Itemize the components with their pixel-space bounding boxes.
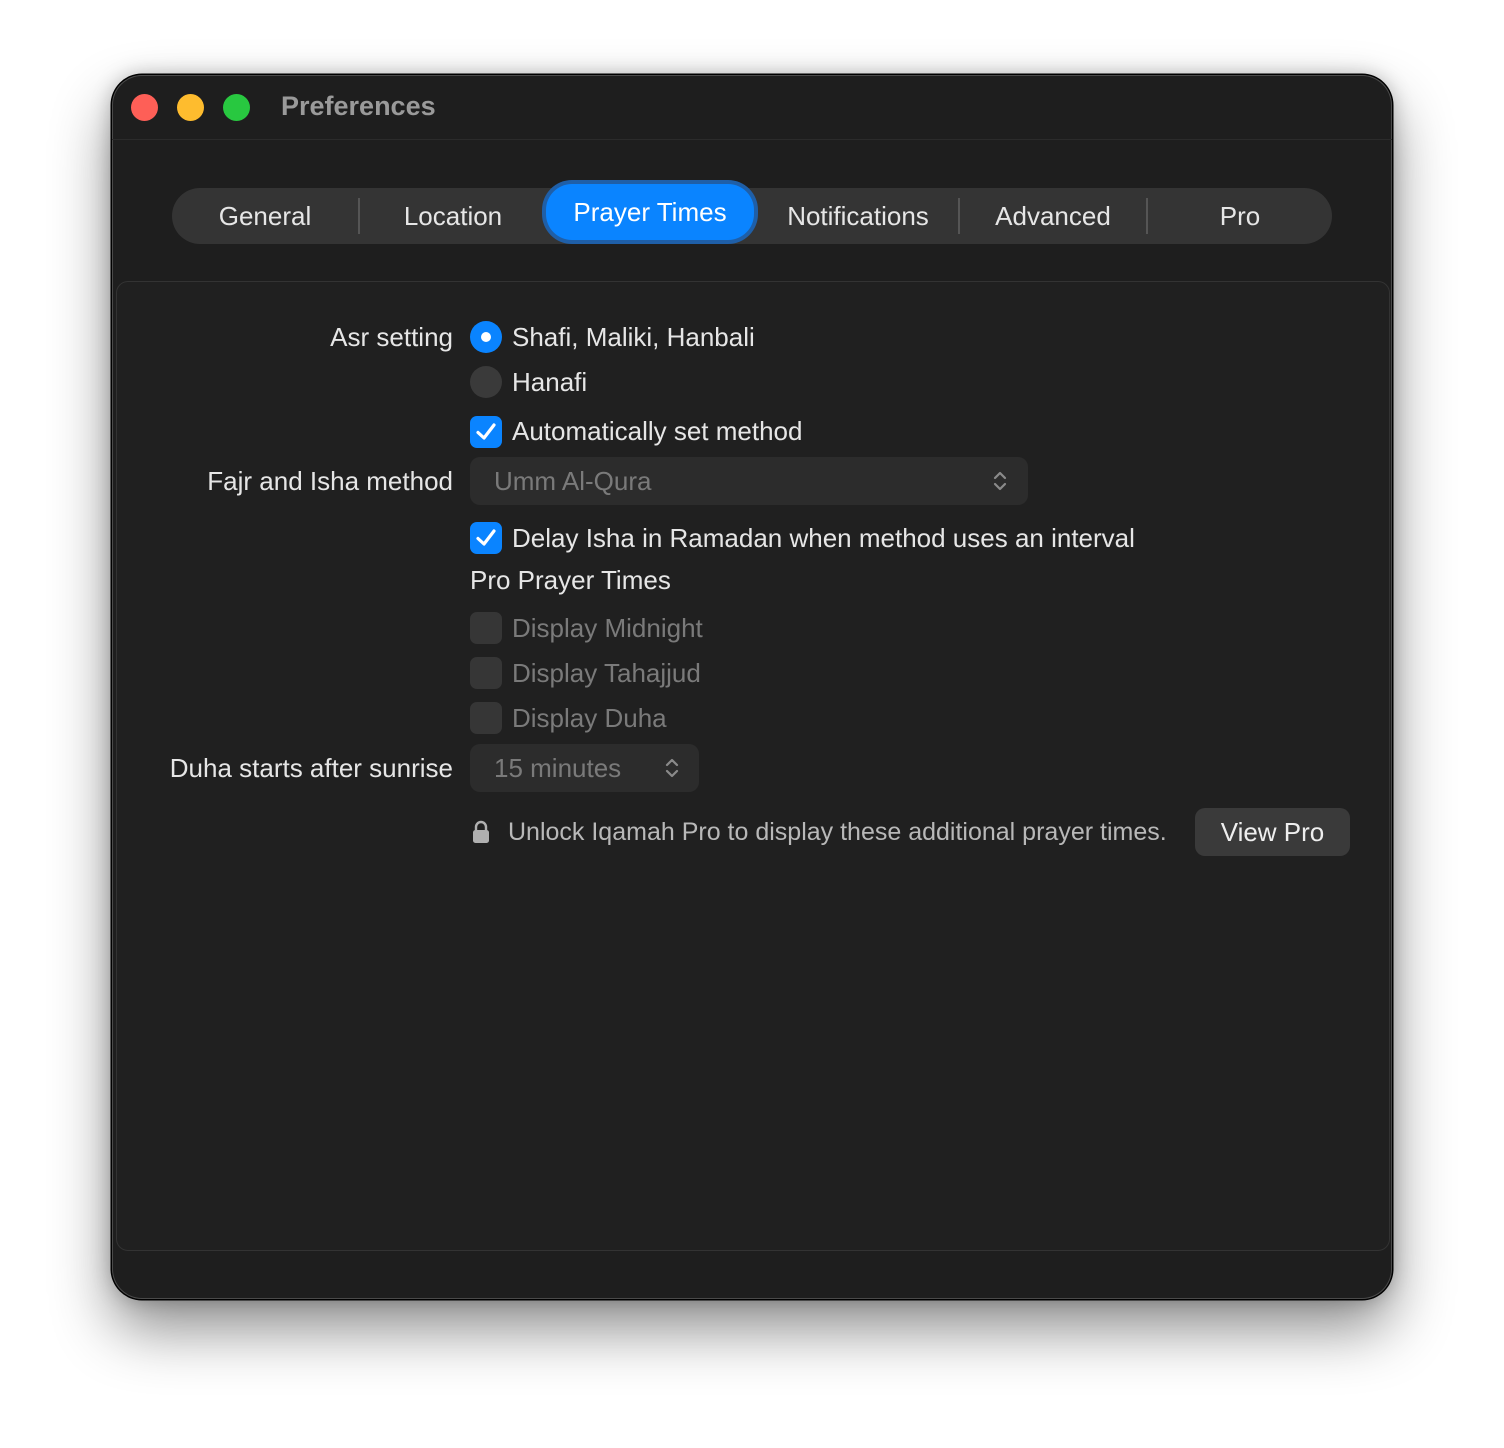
tab-general[interactable]: General [172, 188, 358, 244]
asr-hanafi-radio[interactable] [470, 366, 502, 398]
delay-isha-checkbox[interactable] [470, 522, 502, 554]
duha-offset-value: 15 minutes [494, 753, 622, 783]
pro-prayer-times-heading: Pro Prayer Times [470, 565, 671, 595]
fajr-isha-label: Fajr and Isha method [207, 466, 453, 496]
tab-bar: General Location Prayer Times Notificati… [172, 184, 1332, 244]
view-pro-button[interactable]: View Pro [1195, 808, 1350, 856]
minimize-button[interactable] [177, 94, 204, 121]
asr-shafi-radio[interactable] [470, 321, 502, 353]
checkmark-icon [476, 423, 496, 440]
title-bar: Preferences [112, 75, 1392, 140]
tab-notifications[interactable]: Notifications [758, 188, 958, 244]
lock-icon [473, 820, 489, 843]
unlock-pro-message: Unlock Iqamah Pro to display these addit… [508, 818, 1167, 846]
chevron-up-down-icon [993, 471, 1007, 491]
display-tahajjud-checkbox[interactable] [470, 657, 502, 689]
asr-hanafi-label[interactable]: Hanafi [512, 367, 587, 398]
tab-prayer-times[interactable]: Prayer Times [546, 184, 754, 240]
display-midnight-checkbox[interactable] [470, 612, 502, 644]
auto-method-label[interactable]: Automatically set method [512, 416, 802, 447]
fajr-isha-method-value: Umm Al-Qura [494, 466, 652, 496]
tab-location[interactable]: Location [360, 188, 546, 244]
display-duha-label: Display Duha [512, 703, 667, 733]
checkmark-icon [476, 529, 496, 546]
display-duha-checkbox[interactable] [470, 702, 502, 734]
duha-offset-label: Duha starts after sunrise [169, 753, 453, 783]
duha-offset-select[interactable]: 15 minutes [470, 744, 699, 792]
asr-setting-label: Asr setting [330, 322, 453, 352]
close-button[interactable] [131, 94, 158, 121]
display-tahajjud-label: Display Tahajjud [512, 658, 701, 688]
delay-isha-label[interactable]: Delay Isha in Ramadan when method uses a… [512, 523, 1135, 554]
preferences-window: Preferences General Location Prayer Time… [112, 75, 1392, 1299]
tab-pro[interactable]: Pro [1148, 188, 1332, 244]
zoom-button[interactable] [223, 94, 250, 121]
fajr-isha-method-select[interactable]: Umm Al-Qura [470, 457, 1028, 505]
asr-shafi-label[interactable]: Shafi, Maliki, Hanbali [512, 322, 755, 353]
display-midnight-label: Display Midnight [512, 613, 703, 643]
tab-advanced[interactable]: Advanced [960, 188, 1146, 244]
chevron-up-down-icon [665, 758, 679, 778]
auto-method-checkbox[interactable] [470, 416, 502, 448]
window-title: Preferences [281, 91, 436, 121]
